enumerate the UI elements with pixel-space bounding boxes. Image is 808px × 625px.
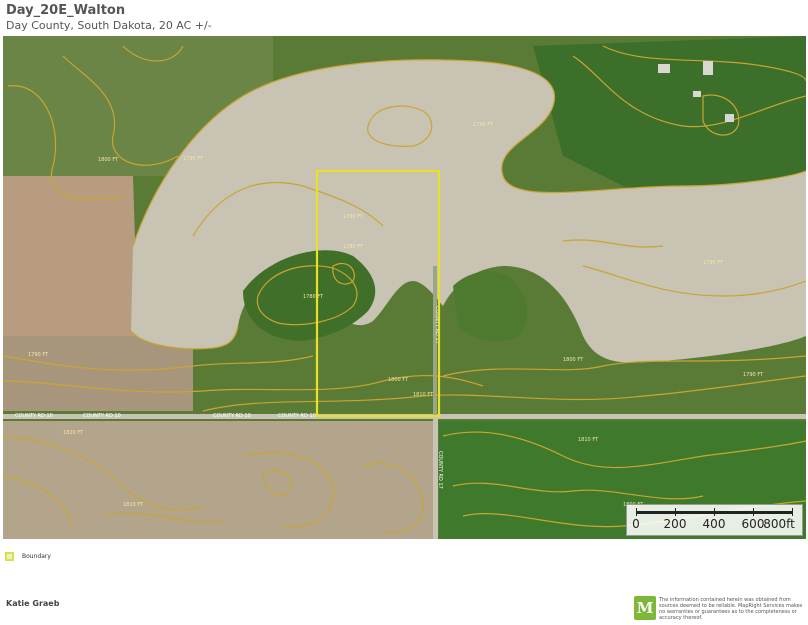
building: [693, 91, 701, 97]
mapright-logo-icon: M: [634, 596, 656, 620]
map-legend: Boundary: [5, 549, 51, 563]
building: [725, 114, 734, 122]
contour-label: 1780 FT: [303, 294, 324, 300]
contour-label: 1810 FT: [413, 392, 434, 398]
contour-label: 1790 FT: [743, 372, 764, 378]
contour-label: 1790 FT: [183, 156, 204, 162]
scale-label: 200: [663, 517, 687, 531]
contour-label: 1810 FT: [578, 437, 599, 443]
legend-label-boundary: Boundary: [22, 552, 51, 560]
scale-bar: 0 200 400 600 800ft: [626, 504, 803, 536]
contour-label: 1800 FT: [563, 357, 584, 363]
disclaimer-text: The information contained herein was obt…: [659, 597, 803, 621]
scale-label: 600: [741, 517, 765, 531]
contour-label: 1790 FT: [28, 352, 49, 358]
building: [658, 64, 670, 73]
contour-label: 1800 FT: [388, 377, 409, 383]
scale-tick: [753, 508, 754, 516]
scale-label: 800ft: [763, 517, 795, 531]
contour-label: 1780 FT: [343, 244, 364, 250]
map-canvas: 1790 FT 1790 FT 1790 FT 1790 FT 1790 FT …: [3, 36, 806, 539]
contour-label: 1800 FT: [98, 157, 119, 163]
contour-label: 1790 FT: [343, 214, 364, 220]
scale-tick: [792, 508, 793, 516]
scale-tick: [636, 508, 637, 516]
road-label: COUNTY RD 10: [278, 413, 316, 419]
road-label: COUNTY RD 17: [437, 451, 443, 489]
scale-tick: [714, 508, 715, 516]
agent-name: Katie Graeb: [6, 599, 60, 608]
road-label: COUNTY RD 10: [15, 413, 53, 419]
boundary-swatch-icon: [5, 551, 14, 561]
road-label: COUNTY RD 10: [83, 413, 121, 419]
scale-label: 400: [702, 517, 726, 531]
road-label: COUNTY RD 10: [213, 413, 251, 419]
contour-label: 1790 FT: [703, 260, 724, 266]
field-west-plowed: [3, 176, 138, 336]
contour-label: 1810 FT: [123, 502, 144, 508]
map-title: Day_20E_Walton: [6, 3, 126, 18]
map-subtitle: Day County, South Dakota, 20 AC +/-: [6, 19, 212, 32]
contour-label: 1790 FT: [473, 122, 494, 128]
building: [703, 61, 713, 75]
aerial-map[interactable]: 1790 FT 1790 FT 1790 FT 1790 FT 1790 FT …: [3, 36, 806, 539]
scale-label: 0: [632, 517, 640, 531]
field-west-strip: [3, 336, 193, 411]
contour-label: 1820 FT: [63, 430, 84, 436]
scale-tick: [675, 508, 676, 516]
